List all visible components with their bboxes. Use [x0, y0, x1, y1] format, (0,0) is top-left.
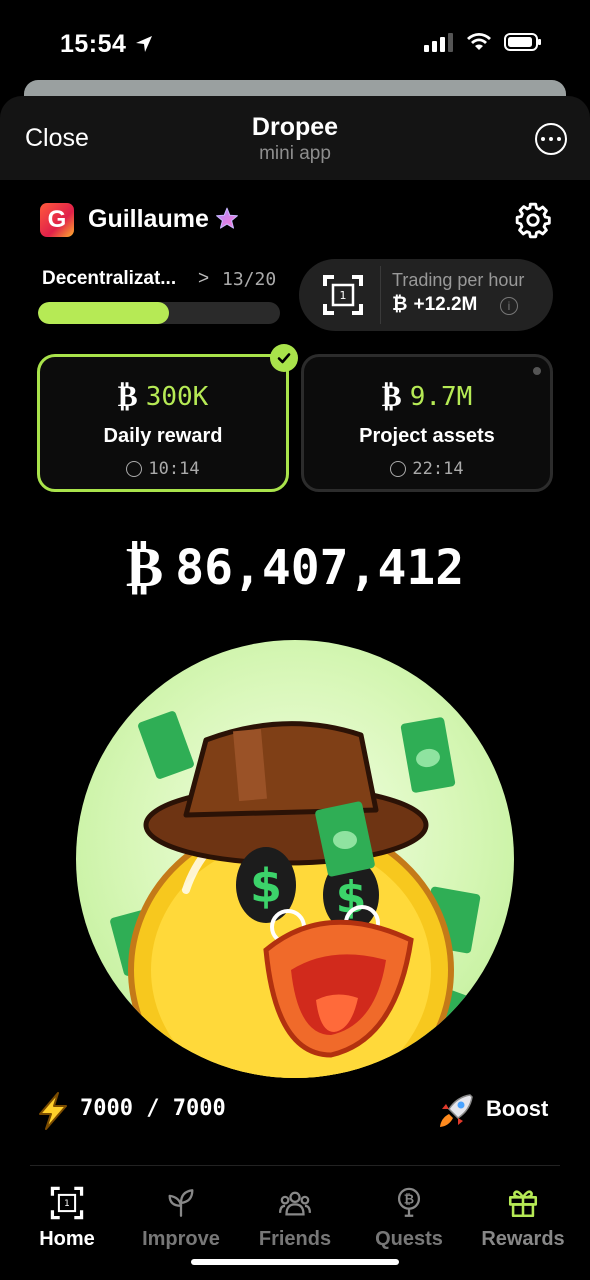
friends-icon — [278, 1191, 312, 1216]
rocket-icon[interactable] — [437, 1092, 475, 1130]
lightning-icon — [39, 1092, 67, 1130]
wifi-icon — [467, 33, 491, 50]
duck-mascot-tap-button[interactable]: $ $ — [76, 640, 514, 1078]
daily-reward-timer-text: 10:14 — [148, 459, 200, 479]
project-assets-timer: 22:14 — [304, 459, 550, 479]
boost-button[interactable]: Boost — [486, 1096, 548, 1122]
battery-icon — [504, 33, 541, 51]
nav-quests[interactable]: ₿ Quests — [354, 1186, 464, 1256]
settings-gear-icon[interactable] — [514, 201, 552, 239]
app-subtitle: mini app — [259, 143, 331, 164]
status-dot — [533, 367, 541, 375]
check-icon — [270, 344, 298, 372]
nav-improve-label: Improve — [142, 1228, 220, 1250]
project-assets-label: Project assets — [359, 425, 495, 447]
coin-balance: ₿ 86,407,412 — [0, 535, 590, 600]
nav-rewards-label: Rewards — [481, 1228, 565, 1250]
coin-icon: ₿ — [117, 379, 138, 414]
username: Guillaume — [88, 205, 209, 233]
trading-value-text: +12.2M — [413, 294, 478, 315]
level-progress-fill — [38, 302, 169, 324]
daily-reward-card[interactable]: ₿ 300K Daily reward 10:14 — [37, 354, 289, 492]
coin-icon: ₿ — [125, 535, 164, 600]
project-assets-amount: ₿ 9.7M — [304, 379, 550, 414]
trading-frame-icon: 1 — [323, 275, 363, 315]
chevron-right-icon[interactable]: > — [198, 268, 209, 290]
trading-per-hour-label: Trading per hour — [392, 270, 525, 290]
coin-balance-value: 86,407,412 — [175, 539, 465, 596]
avatar[interactable]: G — [40, 203, 74, 237]
nav-rewards[interactable]: Rewards — [468, 1186, 578, 1256]
premium-star-icon — [216, 207, 238, 229]
daily-reward-label: Daily reward — [103, 425, 223, 447]
app-title: Dropee — [251, 113, 339, 141]
cellular-signal-icon — [424, 33, 453, 52]
status-time-text: 15:54 — [60, 30, 127, 58]
quest-coin-icon: ₿ — [397, 1187, 421, 1217]
level-name[interactable]: Decentralizat... — [42, 268, 176, 290]
project-assets-card[interactable]: ₿ 9.7M Project assets 22:14 — [301, 354, 553, 492]
more-dot-icon — [549, 137, 553, 141]
project-assets-timer-text: 22:14 — [412, 459, 464, 479]
nav-friends[interactable]: Friends — [240, 1186, 350, 1256]
nav-home-label: Home — [39, 1228, 95, 1250]
nav-improve[interactable]: Improve — [126, 1186, 236, 1256]
home-indicator — [191, 1259, 399, 1265]
daily-reward-timer: 10:14 — [40, 459, 286, 479]
trading-per-hour-value: ₿ +12.2M — [392, 294, 477, 316]
home-frame-icon: 1 — [50, 1186, 84, 1220]
coin-icon: ₿ — [381, 379, 402, 414]
energy-counter: 7000 / 7000 — [80, 1096, 226, 1121]
nav-quests-label: Quests — [375, 1228, 443, 1250]
gift-icon — [508, 1190, 538, 1218]
more-options-button[interactable] — [535, 123, 567, 155]
status-time: 15:54 — [60, 30, 154, 59]
project-assets-amount-text: 9.7M — [409, 381, 473, 412]
svg-text:$: $ — [250, 859, 282, 913]
location-arrow-icon — [135, 36, 152, 52]
svg-text:1: 1 — [340, 289, 347, 302]
divider — [380, 266, 381, 324]
bottom-nav: 1 Home Improve Friends ₿ Quests Rewards — [0, 1186, 590, 1256]
daily-reward-amount: ₿ 300K — [40, 379, 286, 414]
more-dot-icon — [541, 137, 545, 141]
daily-reward-amount-text: 300K — [145, 381, 209, 412]
svg-text:$: $ — [336, 872, 367, 923]
svg-text:₿: ₿ — [404, 1193, 414, 1208]
svg-text:1: 1 — [64, 1199, 70, 1209]
level-count: 13/20 — [222, 269, 277, 290]
nav-friends-label: Friends — [258, 1228, 332, 1250]
level-progress-bar — [38, 302, 280, 324]
nav-divider — [30, 1165, 560, 1166]
info-icon[interactable]: i — [500, 297, 518, 315]
coin-icon: ₿ — [392, 294, 408, 315]
more-dot-icon — [557, 137, 561, 141]
status-icons — [424, 32, 542, 52]
clock-icon — [390, 461, 407, 477]
clock-icon — [126, 461, 143, 477]
sprout-icon — [168, 1189, 194, 1217]
duck-mascot-image: $ $ — [110, 711, 484, 1078]
nav-home[interactable]: 1 Home — [12, 1186, 122, 1256]
